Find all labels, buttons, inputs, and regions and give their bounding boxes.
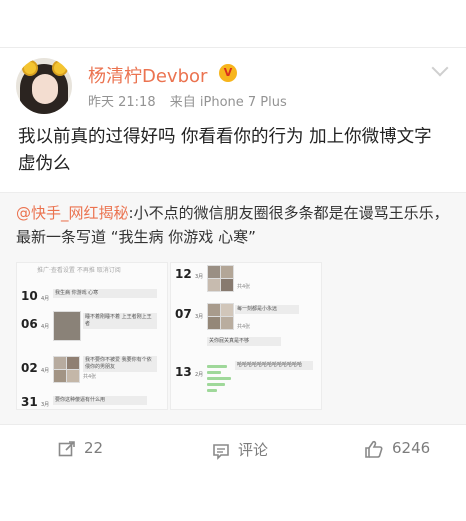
entry-month: 4月 [41,324,50,330]
thumb-header: 推广·查看设置 不再推 取消订阅 [37,267,121,274]
photo-count: 共4张 [83,374,97,380]
chat-bubble [207,377,231,380]
entry-text: 哈哈哈哈哈哈哈哈哈哈哈哈哈 [235,361,313,370]
comment-icon [213,443,229,460]
entry-text: 关你屁关真是不够 [207,337,281,346]
repost-icon [58,440,75,456]
username[interactable]: 杨清柠Devbor [88,62,207,88]
avatar-ear-right [52,60,68,76]
photo-count: 共4张 [237,324,251,330]
entry-day: 13 [175,365,192,379]
photo-count: 共4张 [237,284,251,290]
entry-day: 06 [21,317,38,331]
post-source: 来自 iPhone 7 Plus [169,95,287,110]
entry-text: 我不要你不被爱 我要你有个依偎你的男朋友 [83,356,157,372]
moment-photo [207,278,221,292]
page-bottom [0,472,466,521]
post-text: 我以前真的过得好吗 你看看你的行为 加上你微博文字 虚伪么 [18,127,432,174]
vip-badge-icon[interactable]: V [219,64,237,82]
entry-day: 31 [21,395,38,409]
post-meta: 昨天 21:18 来自 iPhone 7 Plus [88,91,297,110]
repost-image-1[interactable]: 推广·查看设置 不再推 取消订阅 10 4月 我生病 你游戏 心寒 06 4月 … [16,262,168,410]
moment-photo [207,303,221,317]
avatar-ear-left [22,60,38,76]
moment-entry: 12 3月 [175,265,317,285]
repost-button[interactable]: 22 [58,439,103,458]
repost-count: 22 [84,439,104,457]
moment-photo [220,316,234,330]
entry-day: 02 [21,361,38,375]
entry-text: 要你这种傻逼有什么用 [53,396,147,405]
chat-bubble [207,389,217,392]
like-button[interactable]: 6246 [364,439,430,458]
moment-photo [66,369,80,383]
entry-month: 4月 [41,368,50,374]
action-bar: 22 评论 6246 [0,424,466,473]
moment-photo [207,265,221,279]
moment-photo [53,311,81,341]
entry-day: 07 [175,307,192,321]
entry-text: 我生病 你游戏 心寒 [53,289,157,298]
comment-button[interactable]: 评论 [212,439,268,460]
moment-photo [53,369,67,383]
entry-month: 3月 [41,402,50,408]
entry-month: 3月 [195,314,204,320]
moment-photo [53,356,67,370]
entry-day: 10 [21,289,38,303]
moment-photo [207,316,221,330]
repost-image-2[interactable]: 12 3月 共4张 07 3月 每一刻都是小永远 共4张 关你屁关真是不够 13… [170,262,322,410]
moment-photo [220,303,234,317]
comment-label: 评论 [238,441,269,459]
repost-mention[interactable]: @快手_网红揭秘 [16,204,129,222]
moment-photo [66,356,80,370]
like-count: 6246 [392,439,431,457]
avatar[interactable] [16,58,72,114]
entry-text: 睡不着刚睡不着 上王者刚上王者 [83,313,157,329]
moment-entry: 31 3月 要你这种傻逼有什么用 [21,393,163,409]
avatar-face [32,74,58,104]
moment-photo [220,278,234,292]
entry-month: 3月 [195,274,204,280]
chat-bubble [207,365,227,368]
entry-day: 12 [175,267,192,281]
post-time: 昨天 21:18 [88,95,156,110]
chat-bubble [207,383,225,386]
entry-text: 每一刻都是小永远 [235,305,299,314]
moment-photo [220,265,234,279]
repost-text: @快手_网红揭秘:小不点的微信朋友圈很多条都是在谩骂王乐乐，最新一条写道 “我生… [16,201,456,249]
thumbs-up-icon [365,440,383,458]
moment-entry: 10 4月 我生病 你游戏 心寒 [21,287,163,307]
entry-month: 2月 [195,372,204,378]
entry-month: 4月 [41,296,50,302]
chat-bubble [207,371,221,374]
